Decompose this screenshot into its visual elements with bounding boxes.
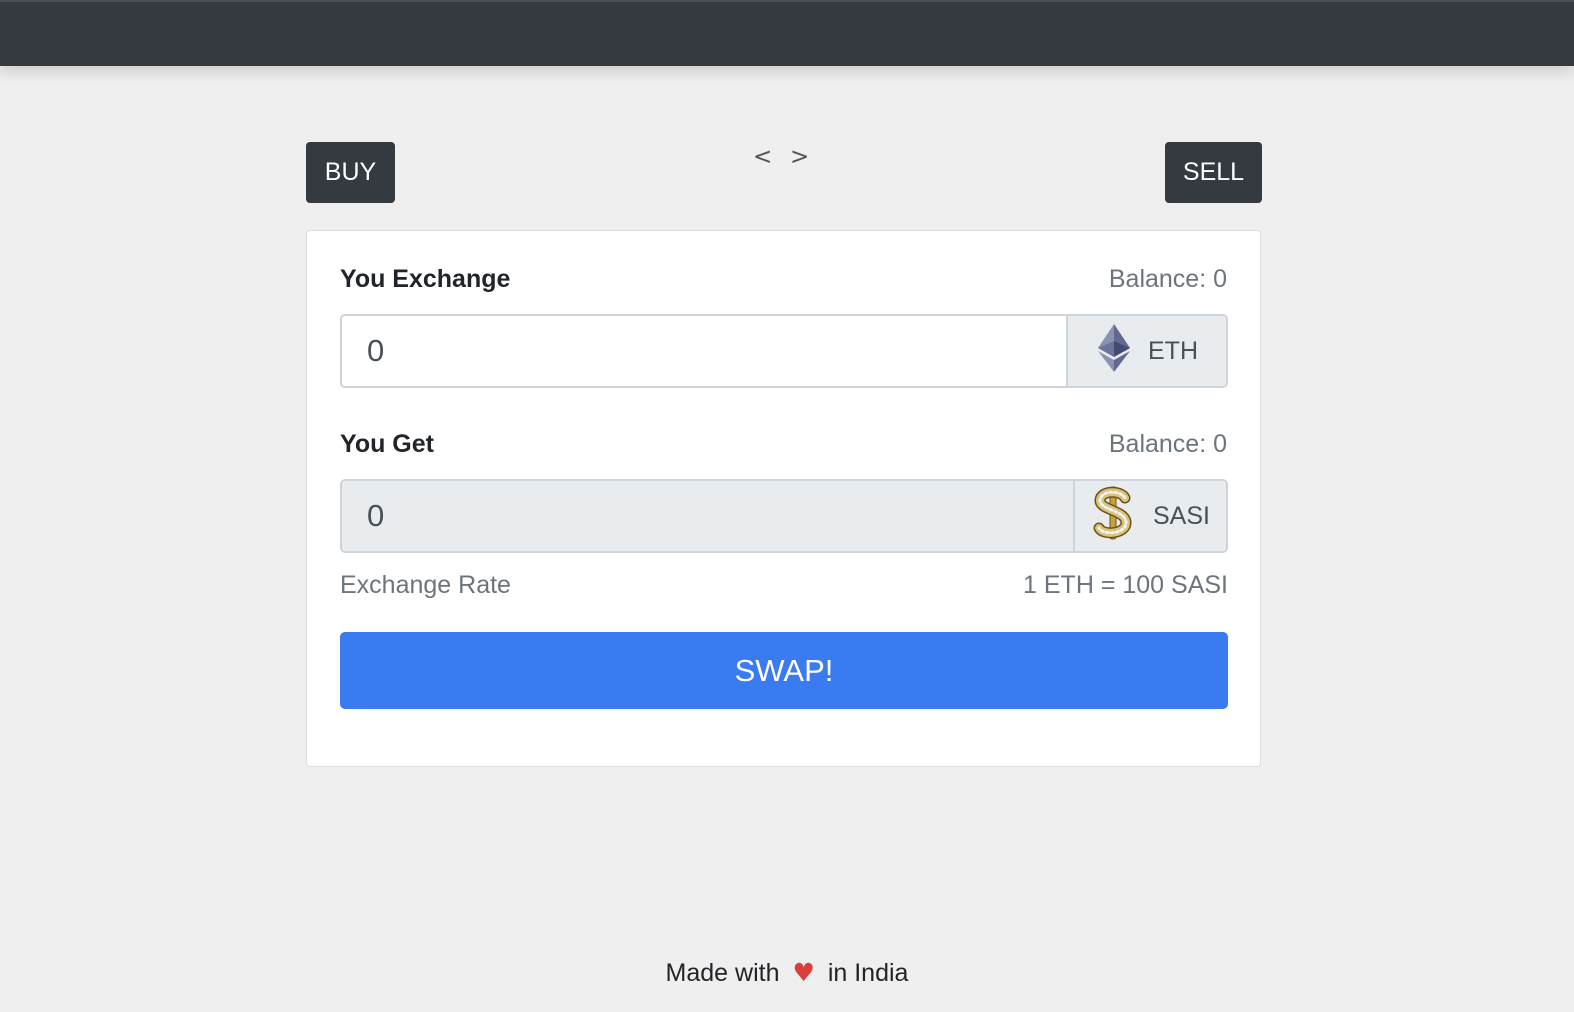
- prev-arrow-icon[interactable]: <: [753, 144, 772, 170]
- sasi-token-label: SASI: [1153, 501, 1210, 530]
- exchange-rate-value: 1 ETH = 100 SASI: [1023, 571, 1228, 599]
- swap-button[interactable]: SWAP!: [340, 632, 1228, 709]
- mode-arrows: < >: [748, 140, 818, 180]
- get-balance: Balance: 0: [1108, 430, 1227, 458]
- sell-button[interactable]: SELL: [1165, 142, 1262, 203]
- swap-card: You Exchange Balance: 0 ETH You Get Bala…: [306, 230, 1261, 767]
- buy-button[interactable]: BUY: [306, 142, 395, 203]
- you-get-label: You Get: [340, 430, 434, 458]
- heart-icon: ♥: [792, 958, 815, 987]
- sasi-token-addon: SASI: [1073, 481, 1226, 551]
- ethereum-icon: [1098, 323, 1130, 379]
- footer-suffix: in India: [827, 959, 909, 987]
- you-exchange-label: You Exchange: [340, 265, 511, 293]
- get-input-group: SASI: [340, 479, 1228, 553]
- diamond-dollar-icon: [1091, 486, 1135, 547]
- eth-token-addon: ETH: [1066, 316, 1226, 386]
- footer: Made with ♥ in India: [0, 958, 1574, 988]
- exchange-rate-row: Exchange Rate 1 ETH = 100 SASI: [340, 571, 1228, 600]
- exchange-balance: Balance: 0: [1108, 265, 1227, 293]
- next-arrow-icon[interactable]: >: [790, 144, 809, 170]
- get-amount-input: [342, 481, 1073, 551]
- exchange-rate-label: Exchange Rate: [340, 571, 511, 599]
- exchange-input-group: ETH: [340, 314, 1228, 388]
- eth-token-label: ETH: [1148, 336, 1198, 365]
- footer-prefix: Made with: [665, 959, 780, 987]
- top-navbar: [0, 0, 1574, 66]
- exchange-amount-input[interactable]: [342, 316, 1066, 386]
